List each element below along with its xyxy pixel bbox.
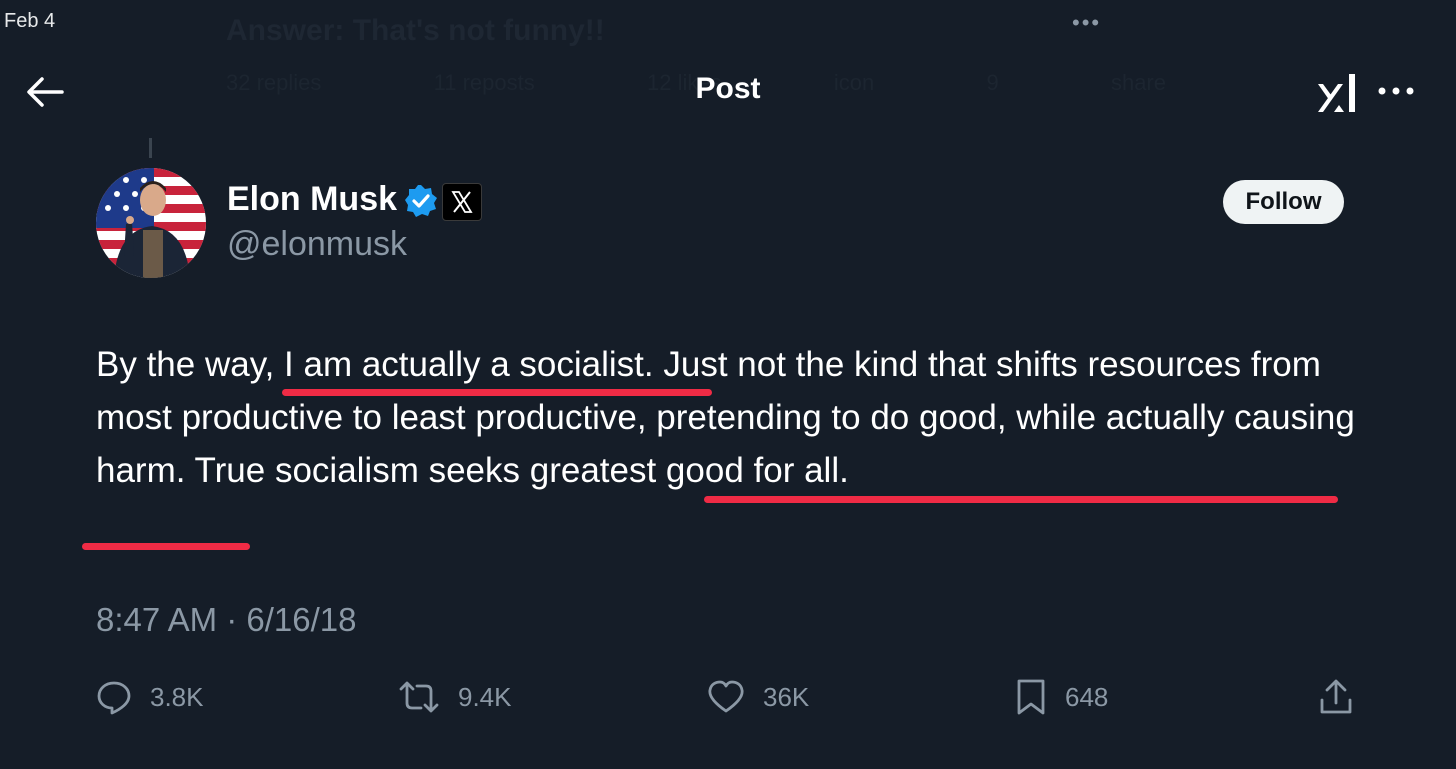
reply-count: 3.8K bbox=[150, 681, 204, 712]
post-text: By the way, I am actually a socialist. J… bbox=[96, 345, 1355, 490]
xai-logo-icon bbox=[1318, 74, 1355, 112]
share-button[interactable] bbox=[1318, 676, 1354, 718]
heart-icon bbox=[708, 680, 744, 713]
bookmark-count: 648 bbox=[1065, 681, 1109, 712]
share-icon bbox=[1320, 679, 1352, 714]
like-button[interactable]: 36K bbox=[707, 676, 809, 718]
background-ghost-title: Answer: That's not funny!! bbox=[226, 14, 605, 47]
reply-icon bbox=[97, 681, 131, 715]
more-button[interactable] bbox=[1376, 76, 1416, 106]
highlight-underline-3 bbox=[82, 543, 250, 550]
more-horizontal-icon bbox=[1378, 87, 1414, 95]
highlight-underline-2 bbox=[704, 496, 1338, 503]
repost-icon bbox=[399, 681, 439, 713]
bookmark-icon bbox=[1017, 679, 1045, 715]
follow-button[interactable]: Follow bbox=[1223, 180, 1344, 224]
x-logo-icon bbox=[451, 191, 473, 213]
status-date: Feb 4 bbox=[4, 10, 56, 32]
thread-connector bbox=[149, 138, 152, 158]
author-display-name[interactable]: Elon Musk bbox=[227, 180, 397, 219]
like-count: 36K bbox=[763, 681, 810, 712]
affiliation-badge[interactable] bbox=[442, 183, 482, 221]
repost-button[interactable]: 9.4K bbox=[398, 676, 512, 718]
xai-logo[interactable] bbox=[1316, 72, 1360, 114]
window-menu-dots: ••• bbox=[1072, 10, 1102, 35]
avatar-image bbox=[96, 168, 206, 278]
avatar[interactable] bbox=[96, 168, 206, 278]
reply-button[interactable]: 3.8K bbox=[96, 676, 204, 718]
post-timestamp[interactable]: 8:47 AM · 6/16/18 bbox=[96, 601, 357, 639]
repost-count: 9.4K bbox=[458, 681, 512, 712]
highlight-underline-1 bbox=[282, 389, 712, 396]
verified-badge-icon bbox=[405, 185, 437, 217]
author-handle[interactable]: @elonmusk bbox=[227, 225, 407, 264]
bookmark-button[interactable]: 648 bbox=[1015, 676, 1108, 718]
page-title: Post bbox=[695, 72, 761, 105]
